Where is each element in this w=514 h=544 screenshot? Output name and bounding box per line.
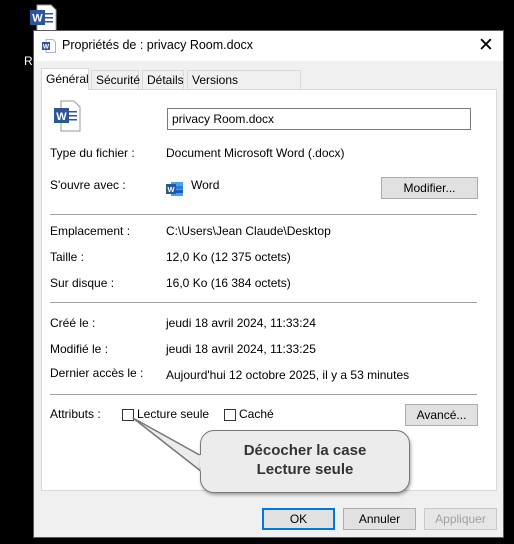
location-value: C:\Users\Jean Claude\Desktop [166, 224, 331, 238]
svg-text:W: W [43, 44, 50, 51]
accessed-value: Aujourd'hui 12 octobre 2025, il y a 53 m… [166, 368, 410, 382]
opens-with-value: Word [191, 178, 220, 192]
separator [50, 302, 477, 303]
accessed-label: Dernier accès le : [50, 366, 144, 380]
size-label: Taille : [50, 250, 85, 264]
type-label: Type du fichier : [50, 146, 135, 160]
word-app-icon: W [166, 182, 183, 196]
hidden-checkbox[interactable] [224, 409, 236, 421]
instruction-callout: Décocher la case Lecture seule [200, 430, 410, 493]
separator [50, 394, 477, 395]
dialog-title: Propriétés de : privacy Room.docx [62, 38, 254, 52]
title-bar[interactable]: W Propriétés de : privacy Room.docx ✕ [34, 31, 503, 61]
created-value: jeudi 18 avril 2024, 11:33:24 [166, 316, 316, 330]
tab-general[interactable]: Général [41, 68, 89, 90]
location-label: Emplacement : [50, 224, 131, 238]
modified-value: jeudi 18 avril 2024, 11:33:25 [166, 342, 316, 356]
attributes-label: Attributs : [50, 407, 101, 421]
ok-button[interactable]: OK [262, 508, 335, 530]
word-document-icon: W [42, 39, 56, 53]
separator [50, 214, 477, 215]
modify-button[interactable]: Modifier... [381, 177, 478, 199]
disk-size-label: Sur disque : [50, 276, 115, 290]
modified-label: Modifié le : [50, 342, 109, 356]
hidden-label[interactable]: Caché [239, 407, 274, 421]
close-button[interactable]: ✕ [473, 33, 499, 59]
created-label: Créé le : [50, 316, 96, 330]
advanced-button[interactable]: Avancé... [405, 404, 478, 426]
file-name-input[interactable] [167, 108, 471, 130]
type-value: Document Microsoft Word (.docx) [166, 146, 345, 160]
cancel-button[interactable]: Annuler [343, 508, 416, 530]
tab-security[interactable]: Sécurité [91, 70, 140, 89]
word-document-icon: W [54, 100, 81, 132]
apply-button[interactable]: Appliquer [424, 508, 497, 530]
svg-text:W: W [32, 13, 43, 25]
opens-with-label: S'ouvre avec : [50, 178, 126, 192]
readonly-label[interactable]: Lecture seule [137, 407, 209, 421]
readonly-checkbox[interactable] [122, 409, 134, 421]
disk-size-value: 16,0 Ko (16 384 octets) [166, 276, 291, 290]
svg-text:W: W [167, 185, 175, 194]
close-icon: ✕ [478, 35, 494, 56]
tab-details[interactable]: Détails [142, 70, 184, 89]
tab-previous-versions[interactable]: Versions précédentes [187, 70, 301, 106]
svg-text:W: W [56, 111, 67, 123]
callout-line-1: Décocher la case [243, 442, 367, 459]
size-value: 12,0 Ko (12 375 octets) [166, 250, 291, 264]
callout-line-2: Lecture seule [256, 461, 354, 478]
